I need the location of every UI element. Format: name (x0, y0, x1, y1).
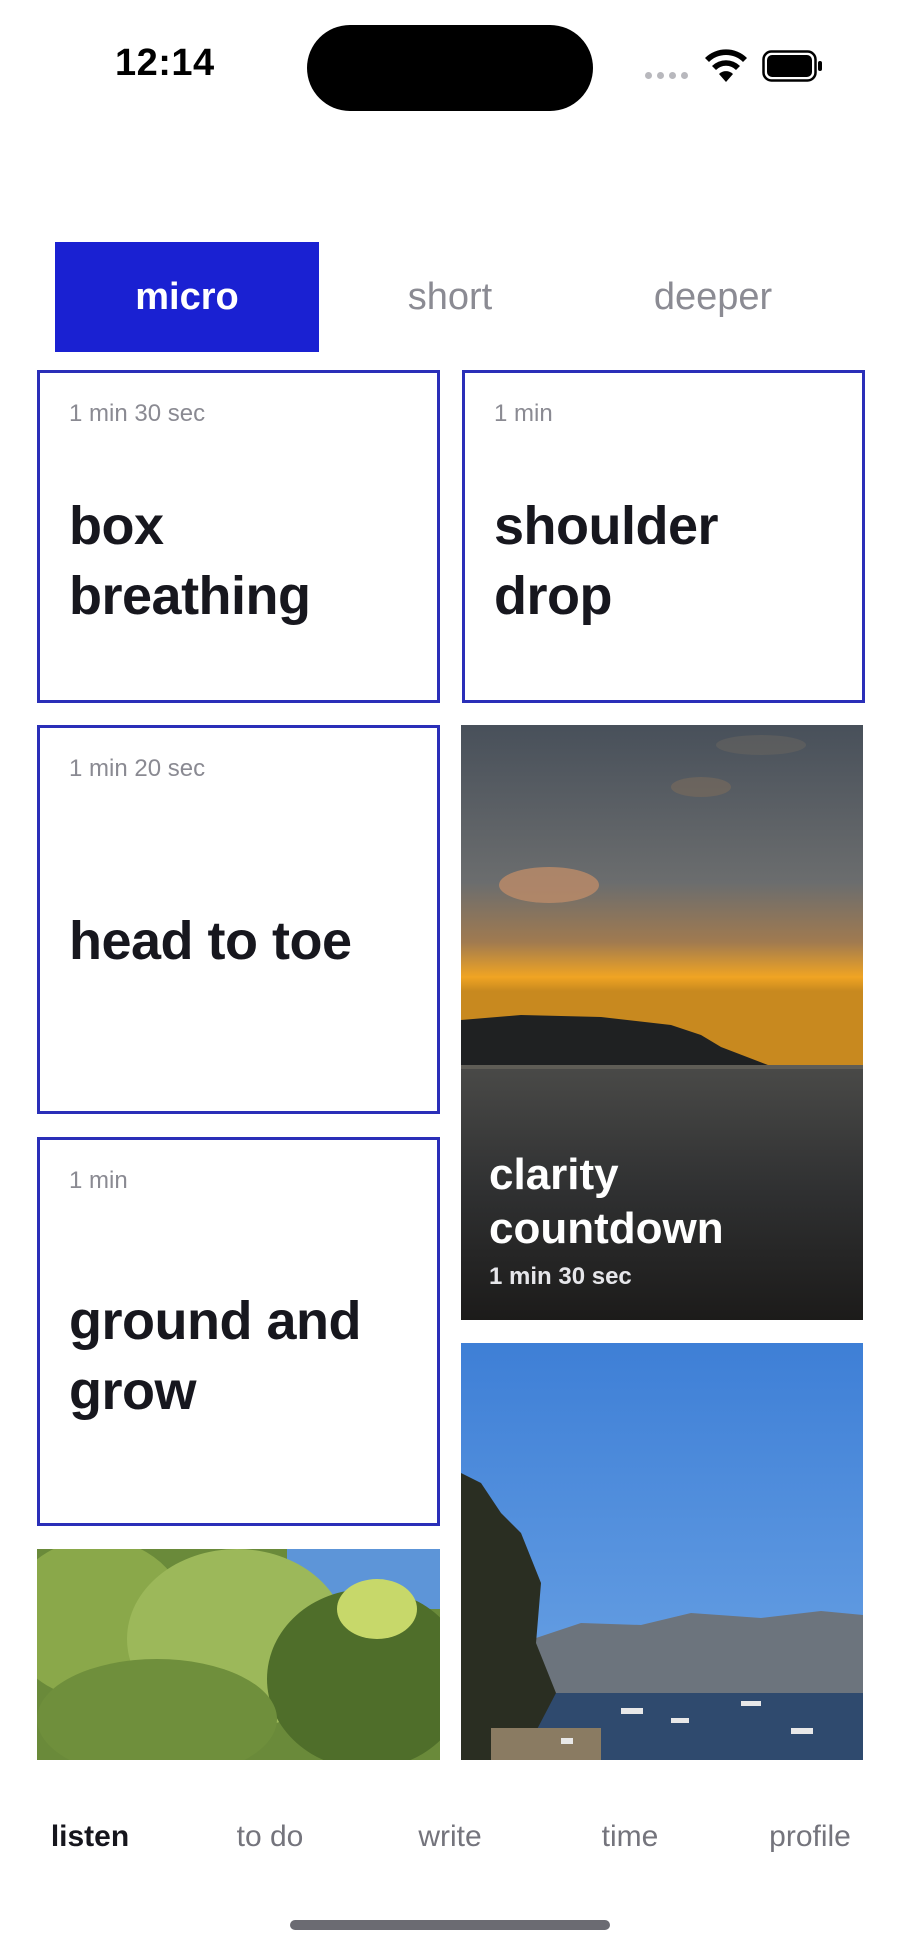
card-title: head to toe (69, 911, 352, 971)
card-box-breathing[interactable]: 1 min 30 sec box breathing (37, 370, 440, 703)
nav-write[interactable]: write (418, 1820, 481, 1854)
card-head-to-toe[interactable]: 1 min 20 sec head to toe (37, 725, 440, 1114)
nav-profile[interactable]: profile (769, 1820, 851, 1854)
card-ground-and-grow[interactable]: 1 min ground and grow (37, 1137, 440, 1526)
card-clarity-countdown[interactable]: clarity countdown 1 min 30 sec (461, 725, 863, 1320)
duration-tabs: micro short deeper (55, 242, 845, 352)
tab-deeper[interactable]: deeper (581, 242, 845, 352)
status-time: 12:14 (115, 42, 215, 84)
card-trees-photo[interactable] (37, 1549, 440, 1760)
card-title: box breathing (69, 496, 311, 626)
tab-short[interactable]: short (318, 242, 582, 352)
card-duration: 1 min 30 sec (69, 400, 206, 427)
coastline-photo (461, 1343, 863, 1760)
cellular-signal-icon (645, 72, 688, 79)
tab-micro[interactable]: micro (55, 242, 319, 352)
card-duration: 1 min 20 sec (69, 755, 206, 782)
dynamic-island (307, 25, 593, 111)
card-title: shoulder drop (494, 496, 719, 626)
card-duration: 1 min 30 sec (489, 1263, 632, 1290)
card-duration: 1 min (69, 1167, 128, 1194)
nav-listen[interactable]: listen (51, 1820, 129, 1854)
battery-icon (762, 50, 822, 82)
status-bar: 12:14 (0, 0, 900, 130)
trees-photo (37, 1549, 440, 1760)
card-shoulder-drop[interactable]: 1 min shoulder drop (462, 370, 865, 703)
card-duration: 1 min (494, 400, 553, 427)
home-indicator (290, 1920, 610, 1930)
wifi-icon (705, 49, 747, 82)
card-title: clarity countdown (489, 1150, 724, 1253)
card-title: ground and grow (69, 1291, 361, 1421)
bottom-navigation: listen to do write time profile (0, 1820, 900, 1890)
card-coastline-photo[interactable] (461, 1343, 863, 1760)
nav-time[interactable]: time (602, 1820, 659, 1854)
nav-to-do[interactable]: to do (237, 1820, 304, 1854)
